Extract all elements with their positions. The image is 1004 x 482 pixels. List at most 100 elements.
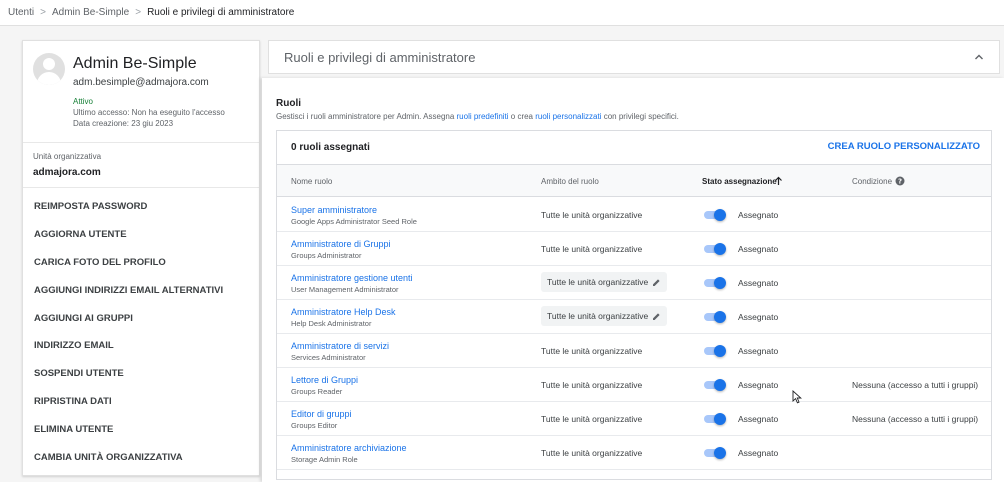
pencil-icon[interactable] bbox=[652, 312, 661, 321]
assignment-toggle[interactable] bbox=[702, 446, 726, 460]
role-system-name: User Management Administrator bbox=[291, 285, 399, 294]
assignment-status: Assegnato bbox=[738, 448, 779, 458]
assigned-roles-count: 0 ruoli assegnati bbox=[291, 142, 370, 153]
role-scope-text: Tutte le unità organizzative bbox=[541, 210, 643, 220]
panel-title: Ruoli e privilegi di amministratore bbox=[284, 49, 476, 65]
role-condition: Nessuna (accesso a tutti i gruppi) bbox=[852, 380, 979, 390]
user-status: Attivo bbox=[73, 97, 94, 106]
table-row: Amministratore gestione utenti User Manag… bbox=[277, 266, 991, 300]
user-name: Admin Be-Simple bbox=[73, 55, 197, 72]
restore-data-button[interactable]: RIPRISTINA DATI bbox=[23, 388, 259, 416]
role-scope-text: Tutte le unità organizzative bbox=[547, 277, 649, 287]
roles-desc-text: o crea bbox=[508, 112, 536, 121]
assignment-status: Assegnato bbox=[738, 312, 779, 322]
svg-text:?: ? bbox=[898, 178, 902, 186]
table-row: Amministratore di servizi Services Admini… bbox=[277, 334, 991, 368]
reset-password-button[interactable]: REIMPOSTA PASSWORD bbox=[23, 193, 259, 221]
role-system-name: Groups Administrator bbox=[291, 251, 362, 260]
suspend-user-button[interactable]: SOSPENDI UTENTE bbox=[23, 360, 259, 388]
role-scope-chip[interactable]: Tutte le unità organizzative bbox=[541, 306, 668, 326]
add-alternate-emails-button[interactable]: AGGIUNGI INDIRIZZI EMAIL ALTERNATIVI bbox=[23, 276, 259, 304]
table-row: Editor di gruppi Groups Editor Tutte le un… bbox=[277, 402, 991, 436]
assignment-toggle[interactable] bbox=[702, 344, 726, 358]
role-scope-text: Tutte le unità organizzative bbox=[541, 346, 643, 356]
role-scope-text: Tutte le unità organizzative bbox=[541, 448, 643, 458]
assignment-status: Assegnato bbox=[738, 346, 779, 356]
sort-arrow-up-icon[interactable] bbox=[774, 176, 783, 186]
role-system-name: Groups Reader bbox=[291, 387, 343, 396]
role-name-link[interactable]: Amministratore di Gruppi bbox=[291, 239, 391, 249]
role-name-link[interactable]: Lettore di Gruppi bbox=[291, 375, 358, 385]
user-last-login: Ultimo accesso: Non ha eseguito l'access… bbox=[73, 108, 225, 117]
assignment-status: Assegnato bbox=[738, 244, 779, 254]
user-created-date: Data creazione: 23 giu 2023 bbox=[73, 119, 174, 128]
table-row: Amministratore di Gruppi Groups Administr… bbox=[277, 232, 991, 266]
role-scope-text: Tutte le unità organizzative bbox=[541, 244, 643, 254]
assignment-toggle[interactable] bbox=[702, 208, 726, 222]
roles-desc-text: Gestisci i ruoli amministratore per Admi… bbox=[276, 112, 457, 121]
breadcrumb-separator: > bbox=[40, 7, 46, 18]
roles-section-title: Ruoli bbox=[276, 98, 301, 109]
assignment-toggle[interactable] bbox=[702, 310, 726, 324]
role-name-link[interactable]: Amministratore gestione utenti bbox=[291, 273, 413, 283]
roles-table-toolbar: 0 ruoli assegnati CREA RUOLO PERSONALIZZ… bbox=[277, 131, 991, 165]
chevron-up-icon[interactable] bbox=[974, 52, 984, 62]
role-system-name: Help Desk Administrator bbox=[291, 319, 372, 328]
assignment-toggle[interactable] bbox=[702, 412, 726, 426]
role-name-link[interactable]: Amministratore archiviazione bbox=[291, 443, 407, 453]
role-name-link[interactable]: Editor di gruppi bbox=[291, 409, 352, 419]
create-custom-role-button[interactable]: CREA RUOLO PERSONALIZZATO bbox=[828, 141, 980, 152]
table-row: Amministratore archiviazione Storage Admi… bbox=[277, 436, 991, 470]
org-unit-label: Unità organizzativa bbox=[33, 152, 102, 161]
breadcrumb-user-link[interactable]: Admin Be-Simple bbox=[52, 7, 129, 18]
table-row: Super amministratore Google Apps Administ… bbox=[277, 198, 991, 232]
user-actions-list: REIMPOSTA PASSWORD AGGIORNA UTENTE CARIC… bbox=[23, 193, 259, 471]
org-unit-value: admajora.com bbox=[33, 167, 101, 178]
role-name-link[interactable]: Amministratore di servizi bbox=[291, 341, 389, 351]
role-scope-chip[interactable]: Tutte le unità organizzative bbox=[541, 272, 668, 292]
role-system-name: Google Apps Administrator Seed Role bbox=[291, 217, 417, 226]
change-org-unit-button[interactable]: CAMBIA UNITÀ ORGANIZZATIVA bbox=[23, 443, 259, 471]
role-system-name: Groups Editor bbox=[291, 421, 338, 430]
assignment-toggle[interactable] bbox=[702, 242, 726, 256]
admin-roles-panel: Ruoli Gestisci i ruoli amministratore pe… bbox=[262, 78, 1004, 482]
upload-profile-photo-button[interactable]: CARICA FOTO DEL PROFILO bbox=[23, 249, 259, 277]
roles-description: Gestisci i ruoli amministratore per Admi… bbox=[276, 112, 679, 121]
column-header-role-name[interactable]: Nome ruolo bbox=[291, 177, 332, 186]
delete-user-button[interactable]: ELIMINA UTENTE bbox=[23, 415, 259, 443]
table-header: Nome ruolo Ambito del ruolo Stato assegn… bbox=[277, 165, 991, 197]
help-icon[interactable]: ? bbox=[895, 176, 905, 186]
assignment-status: Assegnato bbox=[738, 414, 779, 424]
column-header-condition[interactable]: Condizione bbox=[852, 177, 892, 186]
roles-table: 0 ruoli assegnati CREA RUOLO PERSONALIZZ… bbox=[276, 130, 992, 480]
update-user-button[interactable]: AGGIORNA UTENTE bbox=[23, 221, 259, 249]
role-system-name: Services Administrator bbox=[291, 353, 366, 362]
breadcrumb-current: Ruoli e privilegi di amministratore bbox=[147, 7, 295, 18]
column-header-status[interactable]: Stato assegnazione bbox=[702, 177, 777, 186]
divider bbox=[23, 187, 259, 188]
breadcrumb-separator: > bbox=[135, 7, 142, 18]
assignment-toggle[interactable] bbox=[702, 276, 726, 290]
role-scope-text: Tutte le unità organizzative bbox=[541, 414, 643, 424]
assignment-toggle[interactable] bbox=[702, 378, 726, 392]
assignment-status: Assegnato bbox=[738, 210, 779, 220]
roles-desc-text: con privilegi specifici. bbox=[601, 112, 679, 121]
custom-roles-link[interactable]: ruoli personalizzati bbox=[535, 112, 601, 121]
role-name-link[interactable]: Amministratore Help Desk bbox=[291, 307, 396, 317]
add-to-groups-button[interactable]: AGGIUNGI AI GRUPPI bbox=[23, 304, 259, 332]
email-address-button[interactable]: INDIRIZZO EMAIL bbox=[23, 332, 259, 360]
predefined-roles-link[interactable]: ruoli predefiniti bbox=[457, 112, 509, 121]
avatar[interactable] bbox=[33, 53, 65, 85]
pencil-icon[interactable] bbox=[652, 278, 661, 287]
assignment-status: Assegnato bbox=[738, 278, 779, 288]
divider bbox=[23, 142, 259, 143]
breadcrumb-users-link[interactable]: Utenti bbox=[8, 7, 34, 18]
role-system-name: Storage Admin Role bbox=[291, 455, 358, 464]
role-scope-text: Tutte le unità organizzative bbox=[541, 380, 643, 390]
role-name-link[interactable]: Super amministratore bbox=[291, 205, 377, 215]
admin-roles-panel-header[interactable]: Ruoli e privilegi di amministratore bbox=[268, 40, 1000, 74]
assignment-status: Assegnato bbox=[738, 380, 779, 390]
breadcrumb: Utenti > Admin Be-Simple > Ruoli e privi… bbox=[0, 0, 1004, 26]
user-card: Admin Be-Simple adm.besimple@admajora.co… bbox=[22, 40, 260, 476]
column-header-scope[interactable]: Ambito del ruolo bbox=[541, 177, 599, 186]
